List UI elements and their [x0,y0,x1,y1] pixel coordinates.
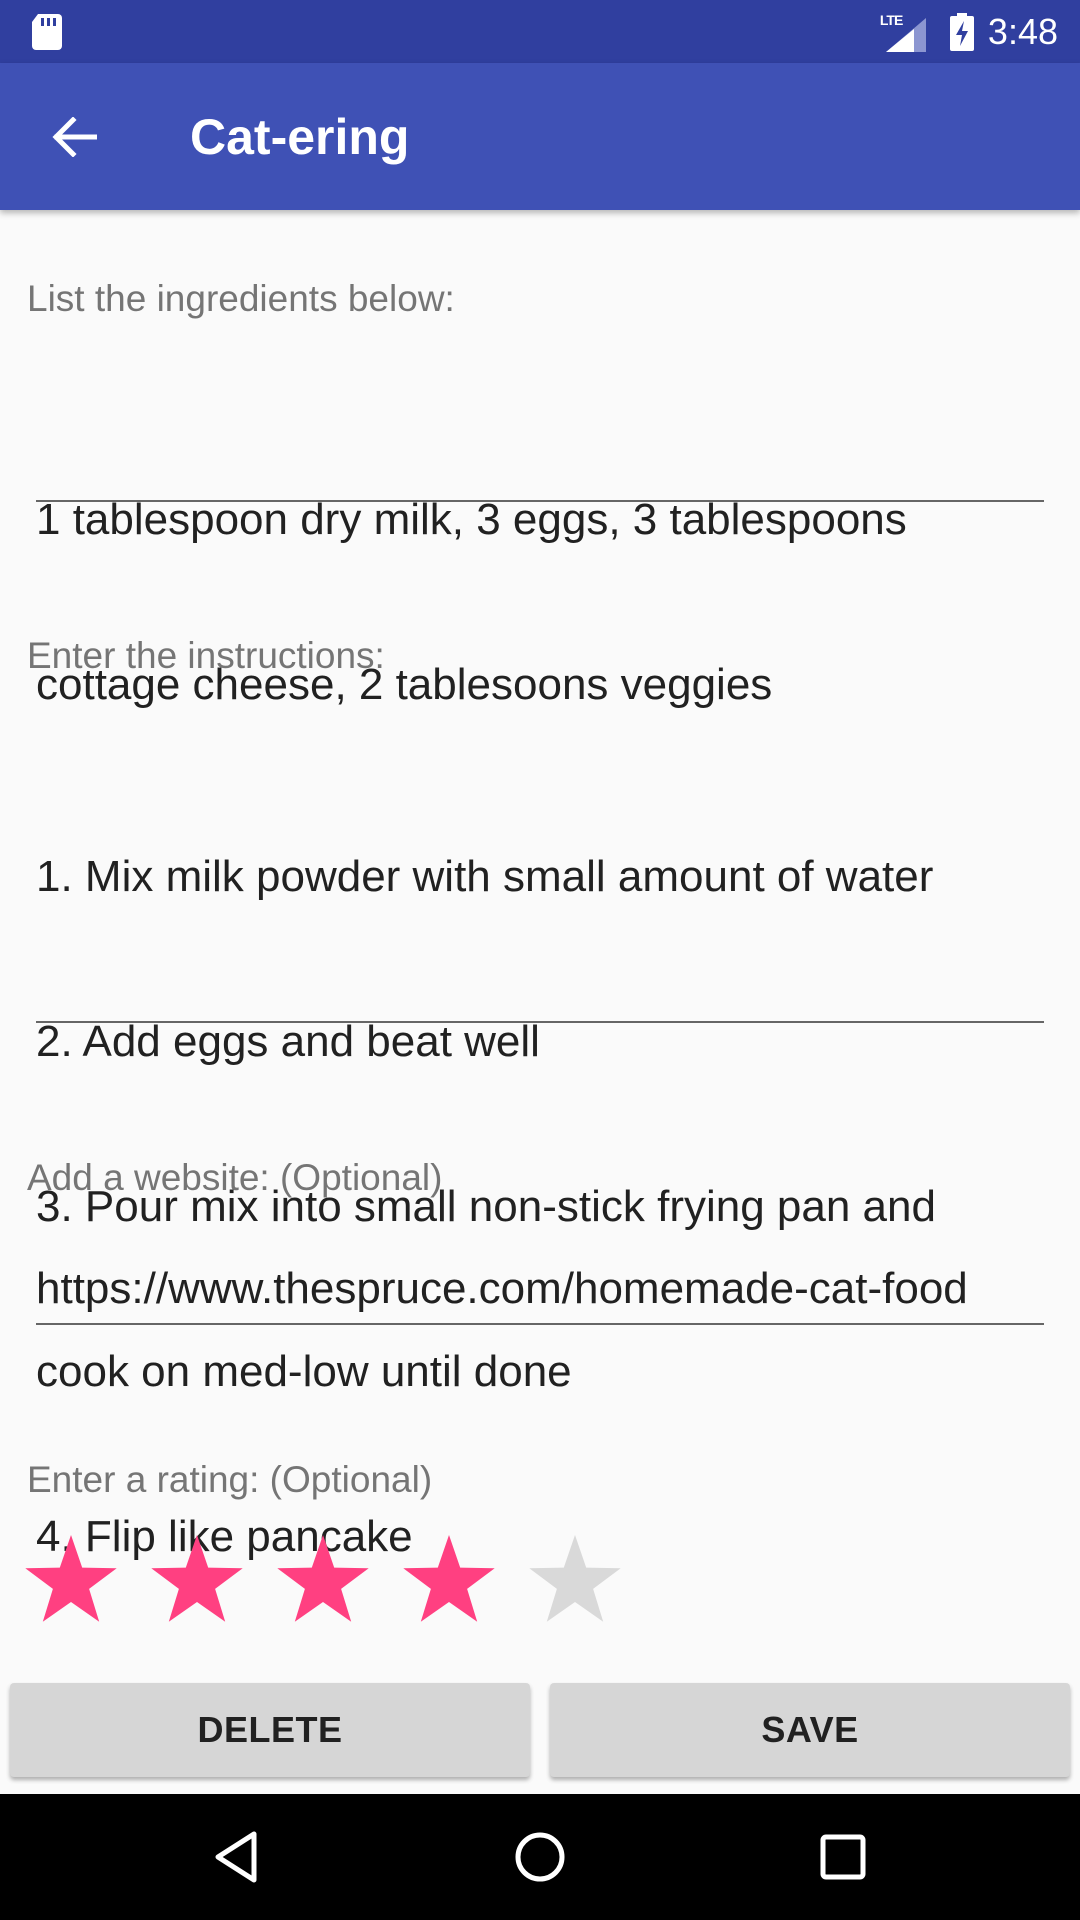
app-title: Cat-ering [190,109,410,165]
battery-charging-icon [949,12,974,51]
nav-back-button[interactable] [204,1824,270,1890]
ingredients-label: List the ingredients below: [27,278,455,319]
nav-recents-icon [820,1834,866,1880]
instructions-field[interactable]: 1. Mix milk powder with small amount of … [36,739,1044,1561]
star-icon [25,1535,117,1622]
nav-home-icon [515,1832,565,1882]
rating-label: Enter a rating: (Optional) [27,1459,433,1500]
instructions-line: 2. Add eggs and beat well [36,1017,540,1066]
nav-back-icon [215,1831,257,1883]
rating-star[interactable] [386,1520,512,1640]
rating-star[interactable] [260,1520,386,1640]
status-bar: LTE 3:48 [0,0,1080,63]
website-label: Add a website: (Optional) [27,1157,443,1198]
instructions-line: cook on med-low until done [36,1347,572,1396]
rating-bar[interactable] [8,1520,638,1640]
rating-star[interactable] [8,1520,134,1640]
back-button[interactable] [44,107,104,167]
rating-star[interactable] [134,1520,260,1640]
app-bar: Cat-ering [0,63,1080,210]
star-icon [151,1535,243,1622]
signal-icon [885,17,926,52]
delete-button[interactable]: DELETE [10,1683,530,1777]
sd-card-icon [32,14,62,50]
nav-recents-button[interactable] [810,1824,876,1890]
arrow-back-icon [52,117,97,157]
status-icons: LTE 3:48 [880,0,1058,63]
rating-star[interactable] [512,1520,638,1640]
instructions-label: Enter the instructions: [27,635,385,676]
navigation-bar [0,1794,1080,1920]
clock: 3:48 [987,10,1058,52]
nav-home-button[interactable] [507,1824,573,1890]
network-indicator: LTE [880,12,928,52]
ingredients-field[interactable]: 1 tablespoon dry milk, 3 eggs, 3 tablesp… [36,382,1044,709]
save-button[interactable]: SAVE [550,1683,1070,1777]
star-icon [529,1535,621,1622]
website-field[interactable]: https://www.thespruce.com/homemade-cat-f… [36,1261,1044,1325]
instructions-line: 1. Mix milk powder with small amount of … [36,852,934,901]
star-icon [277,1535,369,1622]
ingredients-line: 1 tablespoon dry milk, 3 eggs, 3 tablesp… [36,495,907,544]
star-icon [403,1535,495,1622]
